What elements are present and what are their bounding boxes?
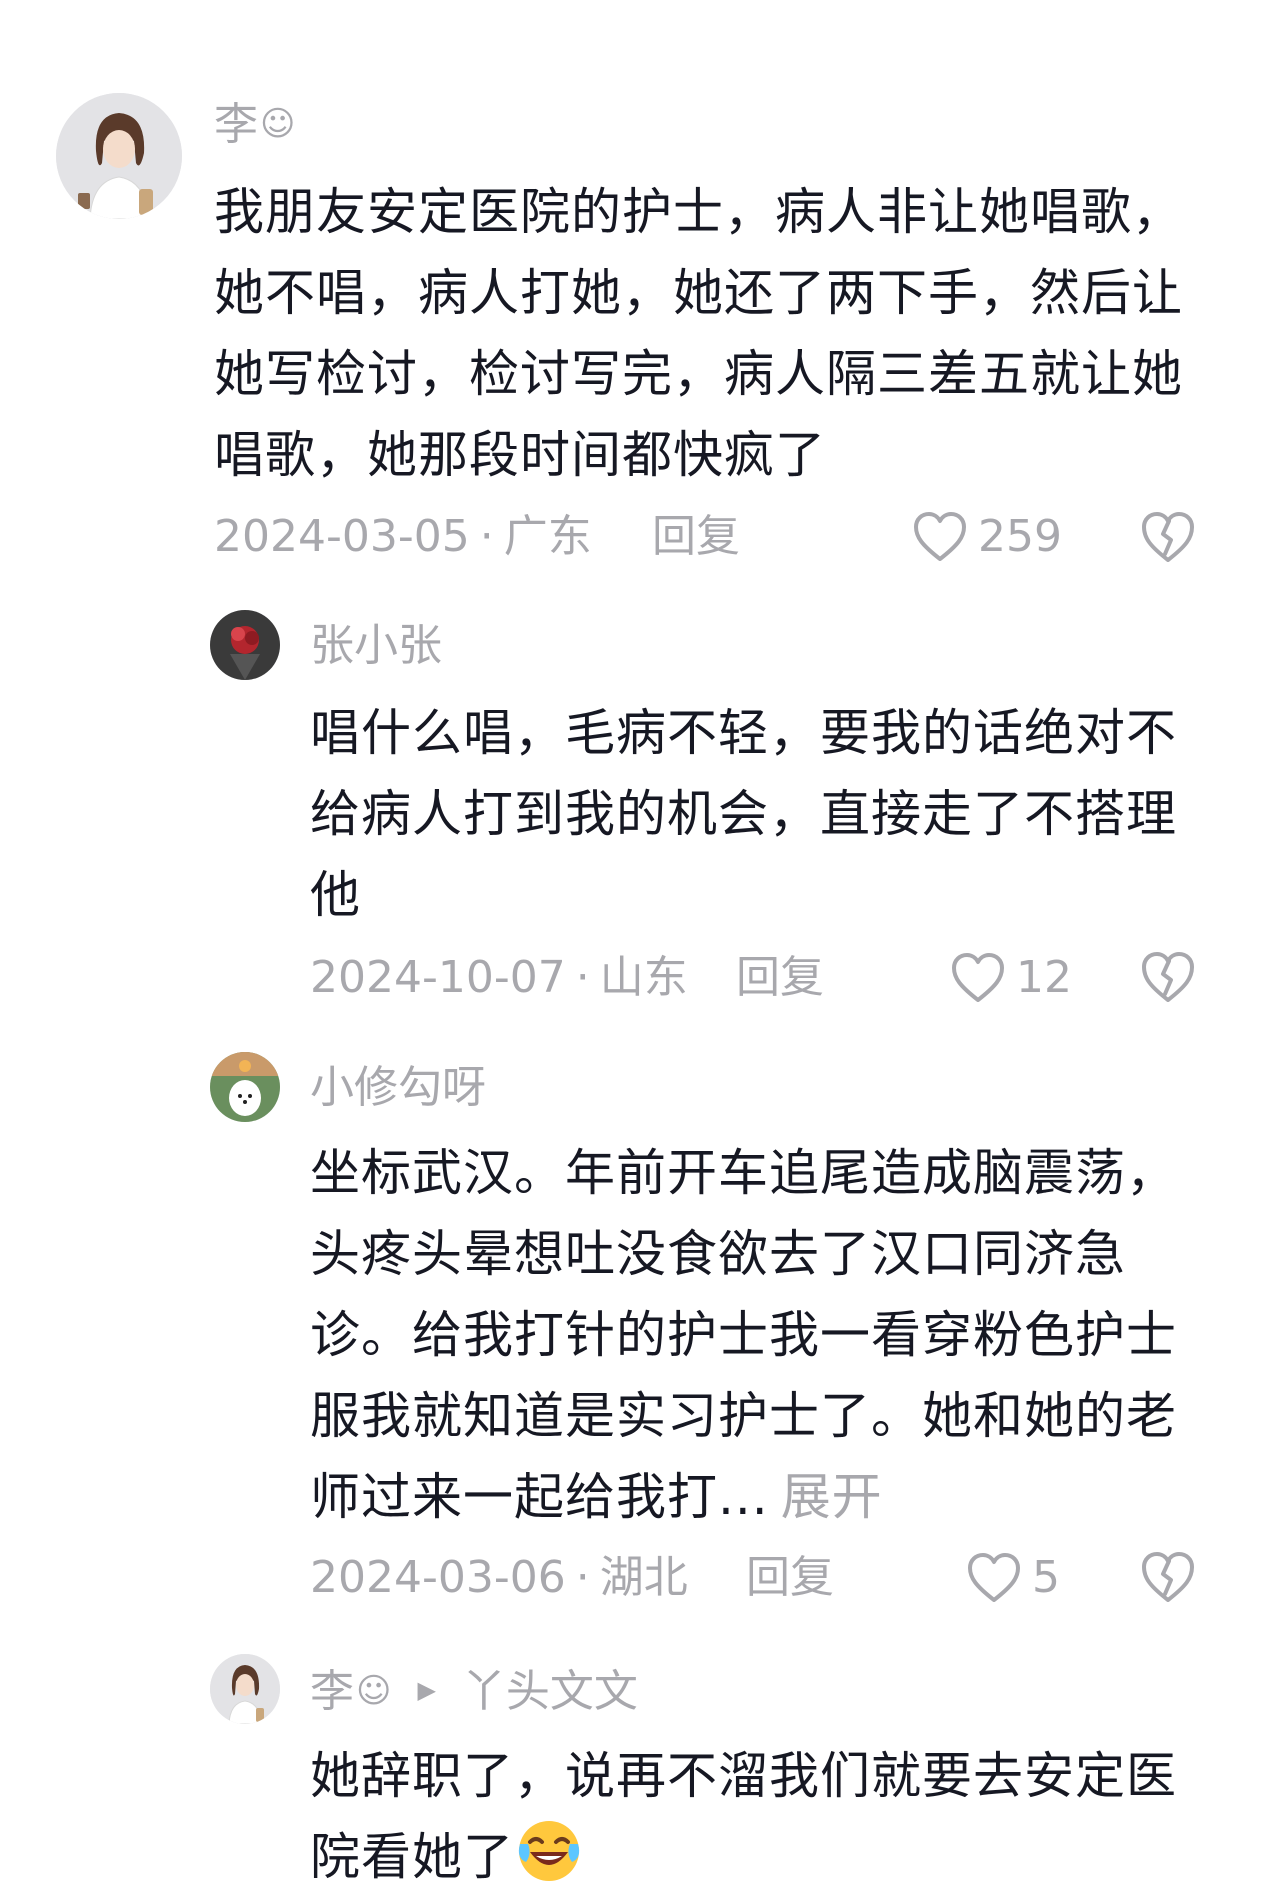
like-button[interactable]: 5 xyxy=(966,1550,1060,1606)
comment-text: 唱什么唱，毛病不轻，要我的话绝对不给病人打到我的机会，直接走了不搭理他 xyxy=(310,704,1177,924)
reply-item: 李☺ ▶ 丫头文文 她辞职了，说再不溜我们就要去安定医院看她了 xyxy=(0,1640,1264,1896)
like-count: 5 xyxy=(1032,1552,1060,1603)
broken-heart-icon[interactable] xyxy=(1140,510,1196,564)
comment-item: 李☺ 我朋友安定医院的护士，病人非让她唱歌，她不唱，病人打她，她还了两下手，然后… xyxy=(0,0,1264,600)
heart-outline-icon xyxy=(968,1553,1020,1602)
broken-heart-icon[interactable] xyxy=(1140,1550,1196,1604)
username-text: 李 xyxy=(310,1666,354,1717)
reply-button[interactable]: 回复 xyxy=(746,1550,834,1606)
avatar[interactable] xyxy=(210,1052,280,1122)
comment-text-body: 她辞职了，说再不溜我们就要去安定医院看她了 xyxy=(310,1747,1177,1886)
comment-location: 广东 xyxy=(503,511,592,562)
comment-meta: 2024-03-05 · 广东 回复 xyxy=(214,509,774,565)
comment-meta: 2024-10-07 · 山东 回复 xyxy=(310,950,870,1006)
like-button[interactable]: 12 xyxy=(950,950,1072,1006)
triangle-right-icon: ▶ xyxy=(417,1676,436,1704)
comment-location: 湖北 xyxy=(599,1552,688,1603)
username-text: 李 xyxy=(214,99,258,150)
smile-emoji-icon: ☺ xyxy=(260,104,296,144)
like-count: 12 xyxy=(1016,952,1072,1003)
reply-to-username[interactable]: 丫头文文 xyxy=(462,1666,638,1717)
comment-text-body: 坐标武汉。年前开车追尾造成脑震荡，头疼头晕想吐没食欲去了汉口同济急诊。给我打针的… xyxy=(310,1144,1177,1526)
avatar[interactable] xyxy=(210,1654,280,1724)
heart-outline-icon xyxy=(952,953,1004,1002)
like-button[interactable]: 259 xyxy=(912,509,1062,565)
comment-text: 坐标武汉。年前开车追尾造成脑震荡，头疼头晕想吐没食欲去了汉口同济急诊。给我打针的… xyxy=(310,1133,1210,1538)
reply-item: 张小张 唱什么唱，毛病不轻，要我的话绝对不给病人打到我的机会，直接走了不搭理他 … xyxy=(0,600,1264,1040)
heart-outline-icon xyxy=(914,512,966,561)
comment-location: 山东 xyxy=(599,952,688,1003)
smile-emoji-icon: ☺ xyxy=(356,1671,392,1711)
reply-item: 小修勾呀 坐标武汉。年前开车追尾造成脑震荡，头疼头晕想吐没食欲去了汉口同济急诊。… xyxy=(0,1040,1264,1640)
username[interactable]: 李☺ xyxy=(214,96,295,153)
comment-date: 2024-10-07 xyxy=(310,952,566,1003)
username[interactable]: 李☺ ▶ 丫头文文 xyxy=(310,1662,638,1720)
comment-text: 她辞职了，说再不溜我们就要去安定医院看她了 xyxy=(310,1736,1210,1898)
username[interactable]: 小修勾呀 xyxy=(310,1060,486,1116)
laughing-tears-emoji xyxy=(518,1821,580,1881)
comment-date: 2024-03-05 xyxy=(214,511,470,562)
comment-meta: 2024-03-06 · 湖北 回复 xyxy=(310,1550,870,1606)
reply-button[interactable]: 回复 xyxy=(736,950,824,1006)
avatar[interactable] xyxy=(210,610,280,680)
expand-button[interactable]: 展开 xyxy=(781,1468,883,1526)
username[interactable]: 张小张 xyxy=(310,618,442,674)
broken-heart-icon[interactable] xyxy=(1140,950,1196,1004)
comment-text: 我朋友安定医院的护士，病人非让她唱歌，她不唱，病人打她，她还了两下手，然后让她写… xyxy=(214,183,1183,484)
like-count: 259 xyxy=(978,511,1062,562)
reply-button[interactable]: 回复 xyxy=(652,509,740,565)
avatar[interactable] xyxy=(56,93,182,219)
comment-date: 2024-03-06 xyxy=(310,1552,566,1603)
